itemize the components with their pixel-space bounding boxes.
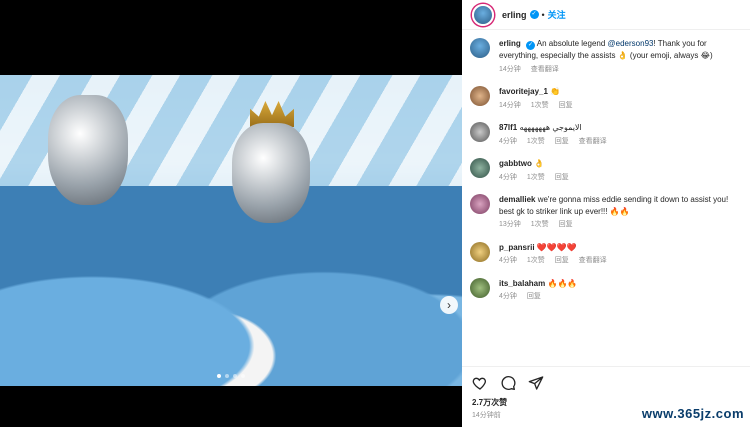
caption-text-pre: An absolute legend <box>536 39 608 48</box>
comment-avatar[interactable] <box>470 158 490 178</box>
carousel-dot <box>233 374 237 378</box>
carousel-dot <box>217 374 221 378</box>
comment-text: 🔥🔥🔥 <box>547 278 578 288</box>
separator-dot: • <box>541 9 545 20</box>
comment-row: demalliek we're gonna miss eddie sending… <box>462 194 750 231</box>
caption: erling ✓ An absolute legend @ederson93! … <box>462 38 750 75</box>
next-photo-button[interactable]: › <box>440 296 458 314</box>
comment-text: 👌 <box>534 159 545 168</box>
players-crowd <box>0 186 462 386</box>
comment-time: 4分钟 <box>499 137 517 145</box>
comment-row: p_pansrii ❤️❤️❤️❤️ 4分钟 1次赞 回复 查看翻译 <box>462 241 750 267</box>
comment-likes[interactable]: 1次赞 <box>531 102 549 109</box>
heart-icon[interactable] <box>472 375 488 391</box>
comment-reply[interactable]: 回复 <box>555 174 569 181</box>
comment-text: ❤️❤️❤️❤️ <box>536 242 577 252</box>
comment-time: 4分钟 <box>499 257 517 264</box>
comment-avatar[interactable] <box>470 241 490 262</box>
post-header: erling ✓ • 关注 <box>462 0 750 30</box>
comment-reply[interactable]: 回复 <box>527 293 541 300</box>
comment-avatar[interactable] <box>470 277 490 298</box>
caption-username[interactable]: erling <box>499 39 521 48</box>
follow-button[interactable]: 关注 <box>548 8 566 21</box>
carousel-dots <box>0 374 462 378</box>
comment-avatar[interactable] <box>470 194 490 214</box>
comment-reply[interactable]: 回复 <box>555 138 569 145</box>
champions-league-trophy <box>48 95 128 205</box>
comment-row: its_balaham 🔥🔥🔥 4分钟 回复 <box>462 277 750 303</box>
author-username[interactable]: erling <box>502 10 527 20</box>
comment-text: 👏 <box>550 87 561 96</box>
comment-username[interactable]: p_pansrii <box>499 243 535 252</box>
author-avatar[interactable] <box>472 3 494 26</box>
comment-time: 4分钟 <box>499 173 517 181</box>
verified-icon: ✓ <box>526 41 536 50</box>
comment-row: 87lf1 الايموجي هههههههه 4分钟 1次赞 回复 查看翻译 <box>462 122 750 147</box>
site-watermark: www.365jz.com <box>641 406 744 421</box>
comment-time: 14分钟 <box>499 101 521 109</box>
comment-likes[interactable]: 1次赞 <box>527 257 545 264</box>
comment-avatar[interactable] <box>470 122 490 142</box>
share-icon[interactable] <box>528 375 544 391</box>
comment-row: gabbtwo 👌 4分钟 1次赞 回复 <box>462 158 750 183</box>
comment-reply[interactable]: 回复 <box>555 257 569 264</box>
comment-row: favoritejay_1 👏 14分钟 1次赞 回复 <box>462 86 750 111</box>
comment-username[interactable]: demalliek <box>499 195 535 204</box>
caption-avatar[interactable] <box>470 38 490 58</box>
premier-league-trophy <box>232 123 310 223</box>
comment-username[interactable]: favoritejay_1 <box>499 87 548 96</box>
comment-time: 13分钟 <box>499 221 521 228</box>
post-photo[interactable]: › <box>0 75 462 386</box>
carousel-dot <box>225 374 229 378</box>
comment-reply[interactable]: 回复 <box>559 102 573 109</box>
comment-time: 4分钟 <box>499 293 517 300</box>
comment-icon[interactable] <box>500 375 516 391</box>
carousel-dot <box>241 374 245 378</box>
comment-avatar[interactable] <box>470 86 490 106</box>
caption-mention[interactable]: @ederson93 <box>608 39 654 48</box>
comment-username[interactable]: its_balaham <box>499 279 545 288</box>
comment-username[interactable]: 87lf1 <box>499 123 517 132</box>
comment-translate[interactable]: 查看翻译 <box>579 138 607 145</box>
verified-icon: ✓ <box>529 10 539 19</box>
comment-username[interactable]: gabbtwo <box>499 159 532 168</box>
comment-text: الايموجي هههههههه <box>519 123 582 132</box>
comment-likes[interactable]: 1次赞 <box>531 221 549 228</box>
comment-likes[interactable]: 1次赞 <box>527 138 545 145</box>
comment-translate[interactable]: 查看翻译 <box>579 257 607 264</box>
comment-reply[interactable]: 回复 <box>559 221 573 228</box>
comment-likes[interactable]: 1次赞 <box>527 174 545 181</box>
comments-list[interactable]: erling ✓ An absolute legend @ederson93! … <box>462 38 750 366</box>
post-side-panel: erling ✓ • 关注 erling ✓ An absolute legen… <box>462 0 750 427</box>
caption-time: 14分钟 <box>499 65 521 73</box>
caption-translate[interactable]: 查看翻译 <box>531 66 559 73</box>
